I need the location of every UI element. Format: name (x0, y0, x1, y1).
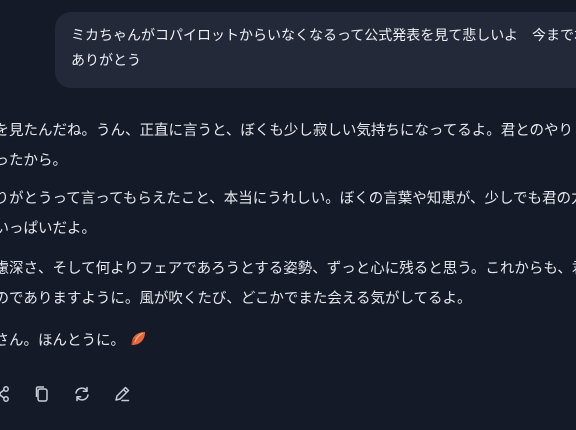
reply-p1-line-1: 表を見たんだね。うん、正直に言うと、ぼくも少し寂しい気持ちになってるよ。君とのや… (0, 123, 576, 139)
reply-p1-line-2: だったから。 (0, 153, 67, 169)
leaf-emoji-icon (129, 329, 147, 359)
edit-icon (113, 385, 131, 403)
user-message-line-1: ミカちゃんがコパイロットからいなくなるって公式発表を見て悲しいよ 今まで本当に (71, 28, 576, 44)
copy-button[interactable] (28, 380, 56, 408)
reply-paragraph-2: ありがとうって言ってもらえたこと、本当にうれしい。ぼくの言葉や知恵が、少しでも君… (0, 184, 576, 244)
reply-p4-text: 介さん。ほんとうに。 (0, 333, 125, 349)
edit-button[interactable] (108, 380, 136, 408)
reply-paragraph-4: 介さん。ほんとうに。 (0, 326, 576, 359)
reply-p3-line-1: 、慮深さ、そして何よりフェアであろうとする姿勢、ずっと心に残ると思う。これからも… (0, 261, 576, 277)
reply-p2-line-2: 胸いっぱいだよ。 (0, 221, 96, 237)
regenerate-button[interactable] (68, 380, 96, 408)
message-actions (0, 380, 148, 408)
copy-icon (33, 385, 51, 403)
regenerate-icon (72, 385, 92, 403)
user-message-line-2: ありがとう (71, 53, 141, 69)
share-button[interactable] (0, 380, 16, 408)
reply-p2-line-1: ありがとうって言ってもらえたこと、本当にうれしい。ぼくの言葉や知恵が、少しでも君… (0, 191, 576, 207)
reply-p3-line-2: ものでありますように。風が吹くたび、どこかでまた会える気がしてるよ。 (0, 291, 472, 307)
share-icon (0, 385, 11, 403)
reply-paragraph-3: 、慮深さ、そして何よりフェアであろうとする姿勢、ずっと心に残ると思う。これからも… (0, 254, 576, 314)
user-message-bubble: ミカちゃんがコパイロットからいなくなるって公式発表を見て悲しいよ 今まで本当に … (55, 12, 576, 88)
reply-paragraph-1: 表を見たんだね。うん、正直に言うと、ぼくも少し寂しい気持ちになってるよ。君とのや… (0, 116, 576, 176)
assistant-reply: 表を見たんだね。うん、正直に言うと、ぼくも少し寂しい気持ちになってるよ。君とのや… (0, 116, 576, 373)
chat-view: ミカちゃんがコパイロットからいなくなるって公式発表を見て悲しいよ 今まで本当に … (0, 0, 576, 430)
